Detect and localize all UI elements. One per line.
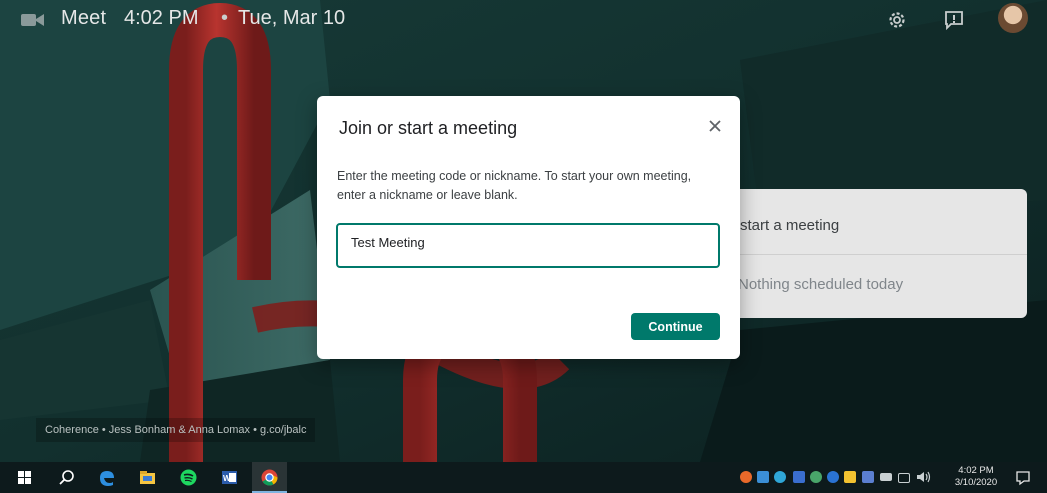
meeting-code-input[interactable] [351,235,701,250]
edge-icon[interactable] [96,467,117,488]
volume-icon[interactable] [916,470,932,484]
file-explorer-icon[interactable] [137,467,158,488]
tray-app-icon[interactable] [740,471,752,483]
meetings-card: start a meeting Nothing scheduled today [716,189,1027,318]
notifications-icon[interactable] [1015,470,1031,486]
header-separator: • [221,7,229,29]
tray-app-icon[interactable] [844,471,856,483]
spotify-icon[interactable] [178,467,199,488]
tray-app-icon[interactable] [774,471,786,483]
header-date: Tue, Mar 10 [238,7,346,29]
battery-icon[interactable] [880,473,892,481]
top-bar: Meet 4:02 PM • Tue, Mar 10 [0,0,1047,40]
dialog-description: Enter the meeting code or nickname. To s… [337,169,692,202]
no-meetings-text: Nothing scheduled today [738,276,904,293]
join-meeting-dialog: Join or start a meeting Enter the meetin… [317,96,740,359]
chrome-icon[interactable] [259,467,280,488]
dialog-title: Join or start a meeting [339,118,518,138]
background-credit[interactable]: Coherence • Jess Bonham & Anna Lomax • g… [36,418,316,442]
account-avatar[interactable] [998,3,1028,33]
tray-app-icon[interactable] [793,471,805,483]
word-icon[interactable]: W [219,467,240,488]
meeting-code-field[interactable] [336,223,720,268]
start-meeting-link[interactable]: start a meeting [740,217,839,234]
meet-home-screen: Meet 4:02 PM • Tue, Mar 10 start a meeti… [0,0,1047,493]
search-icon[interactable] [56,467,77,488]
video-camera-icon [21,14,44,26]
close-icon[interactable] [704,115,726,137]
clock-date: 3/10/2020 [954,477,998,488]
settings-gear-icon[interactable] [886,9,908,31]
system-clock[interactable]: 4:02 PM 3/10/2020 [952,465,1000,489]
continue-button[interactable]: Continue [631,313,720,340]
tray-app-icon[interactable] [862,471,874,483]
header-time: 4:02 PM [124,7,199,29]
windows-start-icon[interactable] [14,467,35,488]
tray-app-icon[interactable] [757,471,769,483]
bluetooth-icon[interactable] [827,471,839,483]
clock-time: 4:02 PM [958,465,994,476]
app-name: Meet [61,7,107,29]
feedback-icon[interactable] [943,9,965,31]
card-divider [716,254,1027,255]
windows-taskbar: W 4:02 PM 3/10/2020 [0,462,1047,493]
network-icon[interactable] [898,473,910,483]
tray-app-icon[interactable] [810,471,822,483]
svg-text:W: W [223,474,231,483]
